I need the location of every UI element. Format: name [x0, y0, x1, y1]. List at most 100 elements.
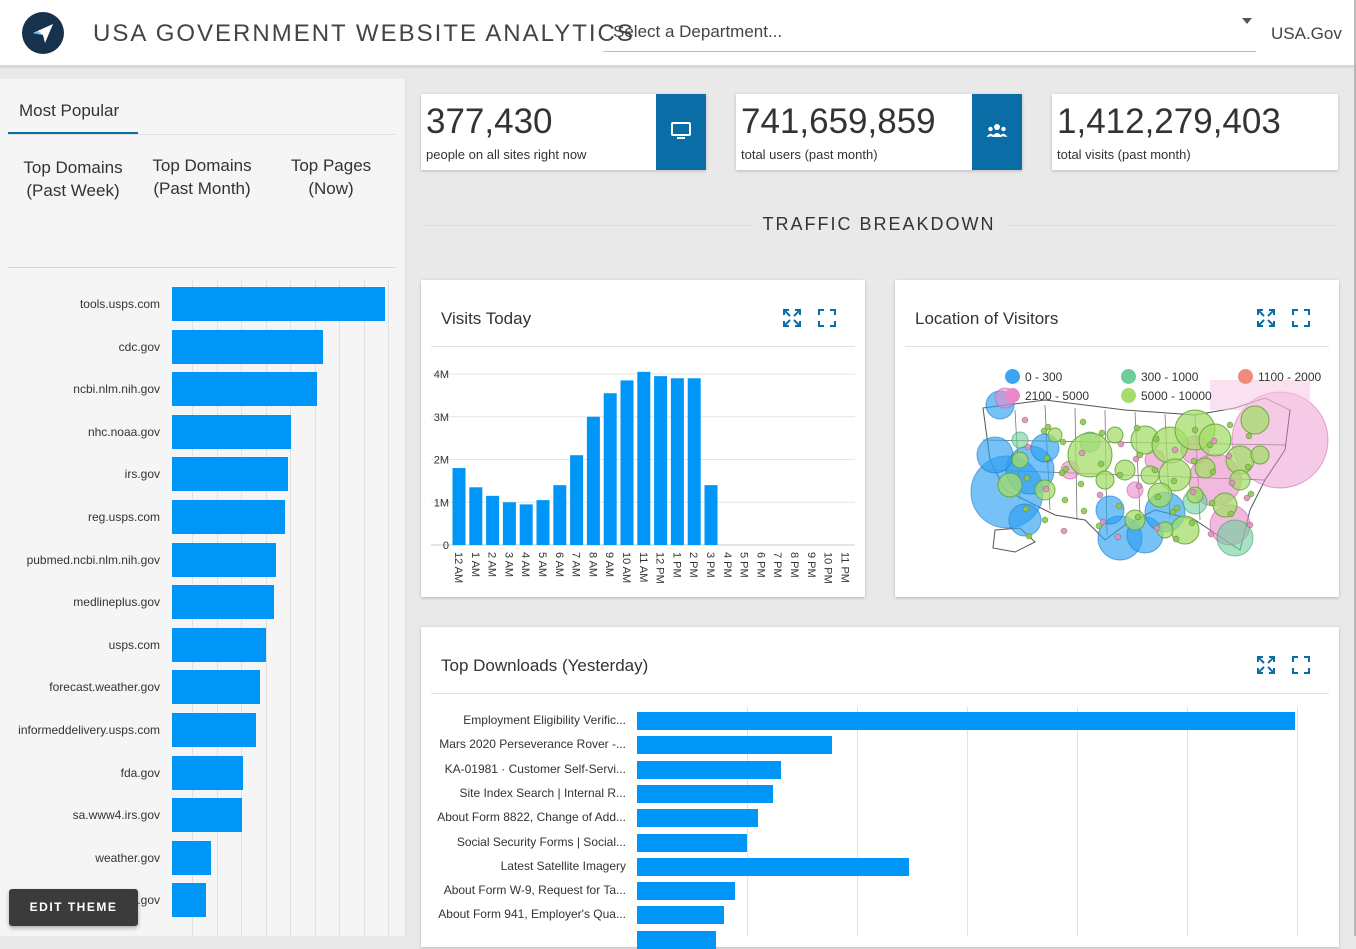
map-bubble[interactable] — [1189, 488, 1197, 496]
map-bubble[interactable] — [1171, 446, 1179, 454]
map-bubble[interactable] — [1047, 427, 1063, 443]
domain-bar[interactable] — [172, 627, 266, 662]
logo[interactable] — [22, 12, 64, 54]
map-bubble[interactable] — [1136, 451, 1144, 459]
map-bubble[interactable] — [1173, 504, 1181, 512]
map-bubble[interactable] — [1207, 530, 1215, 538]
download-bar[interactable] — [637, 736, 832, 755]
usa-gov-link[interactable]: USA.Gov — [1271, 24, 1342, 44]
download-bar[interactable] — [637, 809, 758, 828]
map-bubble[interactable] — [1228, 479, 1236, 487]
map-bubble[interactable] — [1114, 533, 1122, 541]
map-bubble[interactable] — [1172, 535, 1180, 543]
download-bar[interactable] — [637, 760, 781, 779]
domain-bar[interactable] — [172, 883, 206, 918]
domain-label[interactable]: sa.www4.irs.gov — [73, 808, 160, 822]
map-bubble[interactable] — [1098, 429, 1106, 437]
visits-bar[interactable] — [570, 455, 584, 545]
download-label[interactable]: KA-01981 · Customer Self-Servi... — [445, 762, 626, 776]
domain-label[interactable]: fda.gov — [121, 766, 160, 780]
map-bubble[interactable] — [1170, 477, 1178, 485]
download-label[interactable]: Employment Eligibility Verific... — [463, 713, 626, 727]
map-bubble[interactable] — [1095, 470, 1115, 490]
download-label[interactable]: Site Index Search | Internal R... — [459, 786, 626, 800]
map-bubble[interactable] — [1153, 524, 1161, 532]
map-bubble[interactable] — [1061, 496, 1069, 504]
map-bubble[interactable] — [1247, 490, 1255, 498]
map-bubble[interactable] — [1186, 486, 1204, 504]
option-top-domains-week[interactable]: Top Domains (Past Week) — [23, 156, 123, 202]
visits-bar[interactable] — [553, 485, 567, 545]
download-label[interactable]: About Form 8822, Change of Add... — [437, 810, 626, 824]
option-top-domains-month[interactable]: Top Domains (Past Month) — [152, 154, 252, 200]
download-bar[interactable] — [637, 882, 735, 901]
visits-bar[interactable] — [620, 380, 634, 545]
download-label[interactable]: Latest Satellite Imagery — [501, 859, 626, 873]
edit-theme-button[interactable]: EDIT THEME — [9, 889, 138, 926]
visits-bar[interactable] — [536, 500, 550, 545]
download-label[interactable]: About Form 941, Employer's Qua... — [438, 907, 626, 921]
map-bubble[interactable] — [1209, 468, 1217, 476]
tab-most-popular[interactable]: Most Popular — [19, 101, 119, 121]
map-bubble[interactable] — [1062, 465, 1070, 473]
map-bubble[interactable] — [1152, 435, 1160, 443]
map-bubble[interactable] — [1245, 432, 1253, 440]
map-bubble[interactable] — [1077, 480, 1085, 488]
domain-label[interactable]: nhc.noaa.gov — [88, 425, 160, 439]
domain-label[interactable]: medlineplus.gov — [73, 595, 160, 609]
map-bubble[interactable] — [1244, 463, 1252, 471]
download-label[interactable]: About Form W-9, Request for Ta... — [444, 883, 626, 897]
map-bubble[interactable] — [1246, 521, 1254, 529]
map-bubble[interactable] — [1095, 495, 1125, 525]
map-bubble[interactable] — [1097, 460, 1105, 468]
map-bubble[interactable] — [1154, 493, 1162, 501]
map-bubble[interactable] — [1041, 516, 1049, 524]
map-bubble[interactable] — [1191, 426, 1199, 434]
map-bubble[interactable] — [1025, 532, 1033, 540]
map-bubble[interactable] — [1133, 424, 1141, 432]
download-bar[interactable] — [637, 784, 773, 803]
map-bubble[interactable] — [1059, 438, 1067, 446]
domain-bar[interactable] — [172, 414, 291, 449]
map-bubble[interactable] — [1210, 380, 1310, 410]
map-bubble[interactable] — [1208, 499, 1216, 507]
domain-label[interactable]: reg.usps.com — [88, 510, 160, 524]
visits-bar[interactable] — [586, 416, 600, 545]
domain-label[interactable]: forecast.weather.gov — [49, 680, 160, 694]
download-bar[interactable] — [637, 712, 1295, 730]
domain-label[interactable]: pubmed.ncbi.nlm.nih.gov — [27, 553, 160, 567]
visits-bar[interactable] — [637, 371, 651, 545]
domain-label[interactable]: irs.gov — [125, 467, 160, 481]
visits-bar[interactable] — [452, 468, 466, 545]
domain-bar[interactable] — [172, 755, 243, 790]
domain-bar[interactable] — [172, 585, 274, 620]
visits-bar[interactable] — [687, 378, 701, 545]
domain-label[interactable]: usps.com — [109, 638, 160, 652]
map-bubble[interactable] — [1210, 437, 1218, 445]
map-bubble[interactable] — [1134, 513, 1142, 521]
map-bubble[interactable] — [1096, 491, 1104, 499]
map-bubble[interactable] — [1117, 440, 1125, 448]
fullscreen-icon[interactable] — [1291, 655, 1311, 675]
visits-bar[interactable] — [603, 393, 617, 545]
map-bubble[interactable] — [1024, 443, 1032, 451]
map-bubble[interactable] — [1079, 418, 1087, 426]
map-bubble[interactable] — [1151, 466, 1159, 474]
visits-bar[interactable] — [654, 376, 668, 545]
map-bubble[interactable] — [1188, 519, 1196, 527]
map-bubble[interactable] — [1078, 449, 1086, 457]
map-bubble[interactable] — [1115, 502, 1123, 510]
domain-label[interactable]: cdc.gov — [119, 340, 160, 354]
map-bubble[interactable] — [1060, 527, 1068, 535]
map-bubble[interactable] — [1226, 421, 1234, 429]
domain-label[interactable]: informeddelivery.usps.com — [18, 723, 160, 737]
map-bubble[interactable] — [1044, 423, 1052, 431]
map-bubble[interactable] — [1080, 507, 1088, 515]
domain-bar[interactable] — [172, 500, 285, 534]
download-label[interactable]: Social Security Forms | Social... — [457, 835, 626, 849]
map-bubble[interactable] — [1227, 510, 1235, 518]
expand-icon[interactable] — [1256, 655, 1276, 675]
map-bubble[interactable] — [1042, 485, 1050, 493]
domain-bar[interactable] — [172, 287, 385, 321]
map-bubble[interactable] — [1023, 474, 1031, 482]
